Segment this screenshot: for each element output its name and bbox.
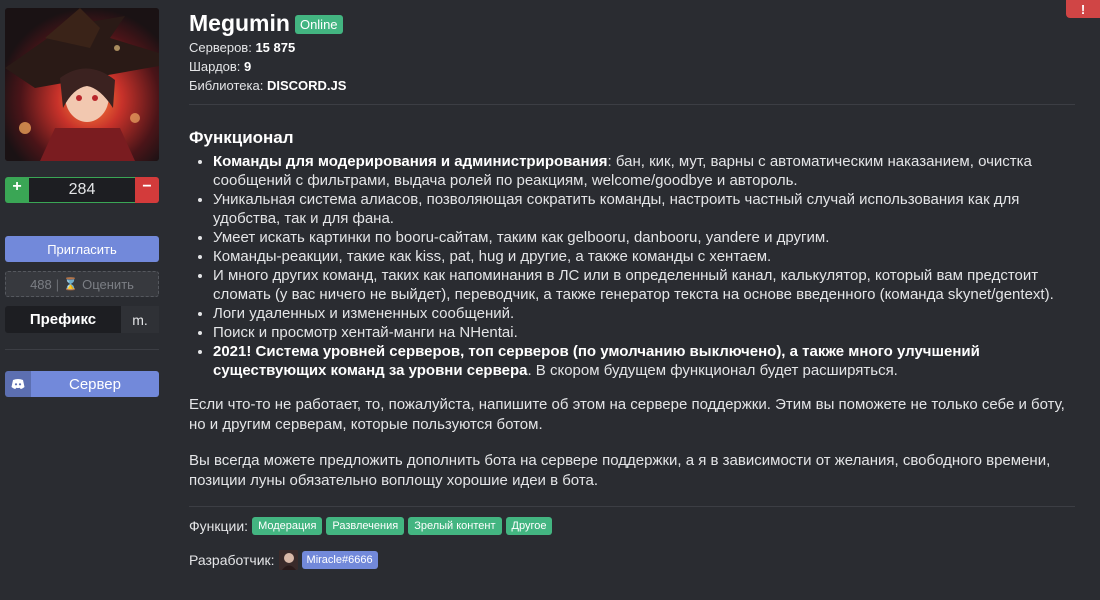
feature-item: Команды-реакции, такие как kiss, pat, hu… (213, 247, 1075, 266)
hourglass-icon: ⌛ (63, 277, 79, 291)
feature-text: Команды-реакции, такие как kiss, pat, hu… (213, 248, 772, 265)
feature-item: Команды для модерирования и администриро… (213, 152, 1075, 190)
support-server-button[interactable]: Сервер (5, 371, 159, 397)
developer-avatar (278, 550, 298, 570)
bot-sidebar: + 284 − Пригласить 488 | ⌛ Оценить Префи… (5, 8, 159, 397)
feature-item: И много других команд, таких как напомин… (213, 266, 1075, 304)
feature-text: Поиск и просмотр хентай-манги на NHentai… (213, 324, 518, 341)
bot-name: Megumin (189, 10, 290, 36)
rate-label: Оценить (82, 276, 134, 292)
feature-item: Умеет искать картинки по booru-сайтам, т… (213, 228, 1075, 247)
feature-text: Уникальная система алиасов, позволяющая … (213, 191, 1020, 227)
tag-entertainment[interactable]: Развлечения (326, 517, 405, 535)
stat-value: 15 875 (255, 40, 296, 55)
developer-row: Разработчик: Miracle#6666 (189, 550, 1075, 570)
stat-value: 9 (244, 59, 252, 74)
rating-count: 488 (30, 276, 52, 292)
status-badge: Online (294, 15, 343, 34)
feature-bold: Команды для модерирования и администриро… (213, 153, 608, 170)
stat-shards: Шардов: 9 (189, 59, 1075, 75)
stat-servers: Серверов: 15 875 (189, 40, 1075, 56)
sidebar-divider (5, 349, 159, 350)
feature-item: Логи удаленных и измененных сообщений. (213, 304, 1075, 323)
functions-label: Функции: (189, 518, 249, 534)
section-title: Функционал (189, 128, 294, 147)
header-divider (189, 104, 1075, 105)
stat-label: Библиотека: (189, 78, 264, 93)
footer-divider (189, 506, 1075, 507)
feature-text: Умеет искать картинки по booru-сайтам, т… (213, 229, 830, 246)
feature-text: И много других команд, таких как напомин… (213, 267, 1054, 303)
developer-badge[interactable]: Miracle#6666 (301, 551, 378, 569)
feature-item: 2021! Система уровней серверов, топ серв… (213, 342, 1075, 380)
stat-value: DISCORD.JS (266, 78, 347, 93)
stat-label: Серверов: (189, 40, 252, 55)
tag-mature-content[interactable]: Зрелый контент (408, 517, 502, 535)
support-paragraph: Если что-то не работает, то, пожалуйста,… (189, 396, 1065, 433)
discord-icon (5, 371, 31, 397)
tag-moderation[interactable]: Модерация (252, 517, 323, 535)
feature-text: Логи удаленных и измененных сообщений. (213, 305, 515, 322)
bot-title-row: Megumin Online (189, 10, 1075, 37)
bot-avatar (5, 8, 159, 161)
vote-count: 284 (29, 177, 135, 203)
prefix-label: Префикс (5, 306, 121, 333)
feature-item: Уникальная система алиасов, позволяющая … (213, 190, 1075, 228)
feature-text: . В скором будущем функционал будет расш… (527, 362, 898, 379)
upvote-button[interactable]: + (5, 177, 29, 203)
bot-details: Megumin Online Серверов: 15 875 Шардов: … (189, 10, 1075, 570)
feature-item: Поиск и просмотр хентай-манги на NHentai… (213, 323, 1075, 342)
feature-list: Команды для модерирования и администриро… (189, 152, 1075, 380)
developer-label: Разработчик: (189, 552, 275, 568)
functions-row: Функции: Модерация Развлечения Зрелый ко… (189, 517, 1075, 535)
prefix-value[interactable]: m. (121, 306, 159, 333)
tag-other[interactable]: Другое (505, 517, 553, 535)
report-button[interactable]: ! (1066, 0, 1100, 18)
stat-label: Шардов: (189, 59, 241, 74)
vote-widget: + 284 − (5, 177, 159, 203)
downvote-button[interactable]: − (135, 177, 159, 203)
suggestion-paragraph: Вы всегда можете предложить дополнить бо… (189, 452, 1051, 489)
invite-button[interactable]: Пригласить (5, 236, 159, 262)
rate-button[interactable]: 488 | ⌛ Оценить (5, 271, 159, 297)
rating-separator: | (55, 276, 60, 292)
prefix-display: Префикс m. (5, 306, 159, 333)
stat-library: Библиотека: DISCORD.JS (189, 78, 1075, 94)
server-label: Сервер (31, 371, 159, 397)
